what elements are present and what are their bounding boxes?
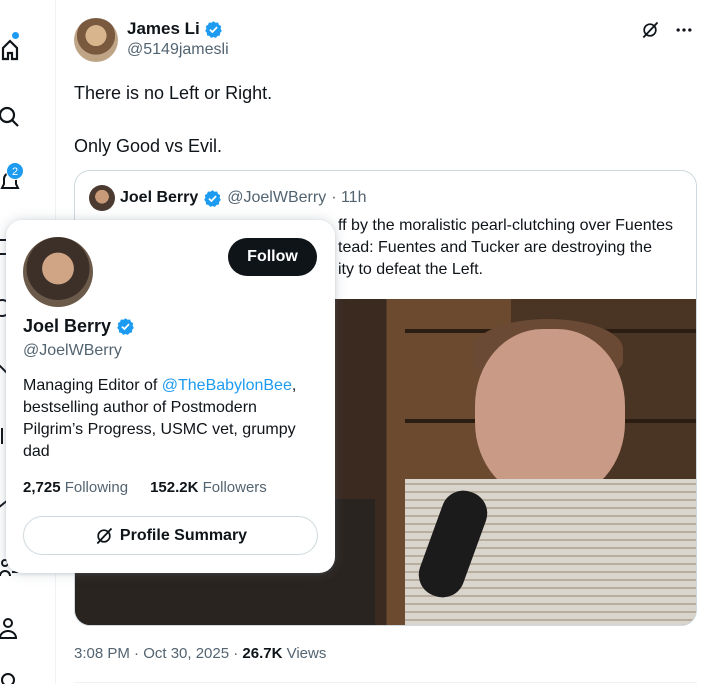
profile-summary-button[interactable]: Profile Summary [23,516,318,555]
author-handle[interactable]: @5149jamesli [127,41,229,59]
divider [74,682,697,683]
profile-summary-label: Profile Summary [119,526,248,544]
hovercard-avatar[interactable] [23,237,93,307]
bio-text: Managing Editor of [23,377,162,394]
tweet-text-line: Only Good vs Evil. [74,136,223,156]
profile-hover-card: Follow Joel Berry @JoelWBerry Managing E… [6,220,335,573]
quote-avatar[interactable] [89,185,115,211]
notifications-badge: 2 [6,162,24,180]
followers-count: 152.2K [150,479,199,496]
hovercard-name-text: Joel Berry [23,316,112,336]
home-icon[interactable] [0,38,24,62]
verified-icon [117,318,134,335]
search-icon[interactable] [0,104,24,128]
following-count: 2,725 [23,479,61,496]
profile-icon[interactable] [0,616,24,640]
hovercard-name[interactable]: Joel Berry [23,316,135,337]
quote-header: Joel Berry @JoelWBerry · 11h [89,185,366,211]
tweet-top-actions [640,20,694,40]
follow-button[interactable]: Follow [228,238,317,276]
author-name-text: James Li [127,19,200,38]
tweet-meta: 3:08 PM · Oct 30, 2025 · 26.7K Views [74,645,326,662]
grok-icon [96,527,113,544]
verified-icon [204,189,222,207]
tweet-text-line: There is no Left or Right. [74,83,273,103]
quote-author-handle[interactable]: @JoelWBerry [227,189,326,207]
following-stat[interactable]: 2,725 Following [23,479,128,496]
followers-stat[interactable]: 152.2K Followers [150,479,267,496]
hovercard-handle[interactable]: @JoelWBerry [23,342,122,360]
hovercard-stats: 2,725 Following 152.2K Followers [23,479,267,496]
hovercard-bio: Managing Editor of @TheBabylonBee, bests… [23,375,318,463]
views-label: Views [282,645,327,662]
quote-author-name[interactable]: Joel Berry [120,189,198,207]
bio-mention-link[interactable]: @TheBabylonBee [162,377,292,394]
following-label: Following [60,479,129,496]
more-icon[interactable] [674,20,694,40]
author-avatar[interactable] [74,18,118,62]
tweet-timestamp[interactable]: 3:08 PM · Oct 30, 2025 · [74,645,242,662]
verified-icon [204,20,222,38]
quote-timestamp[interactable]: · 11h [331,189,366,207]
followers-label: Followers [198,479,267,496]
grok-icon[interactable] [640,20,660,40]
author-name[interactable]: James Li [127,19,223,39]
home-unread-dot [12,32,19,39]
person-face [475,329,625,499]
views-count: 26.7K [242,645,283,662]
more-nav-icon[interactable] [0,672,24,684]
